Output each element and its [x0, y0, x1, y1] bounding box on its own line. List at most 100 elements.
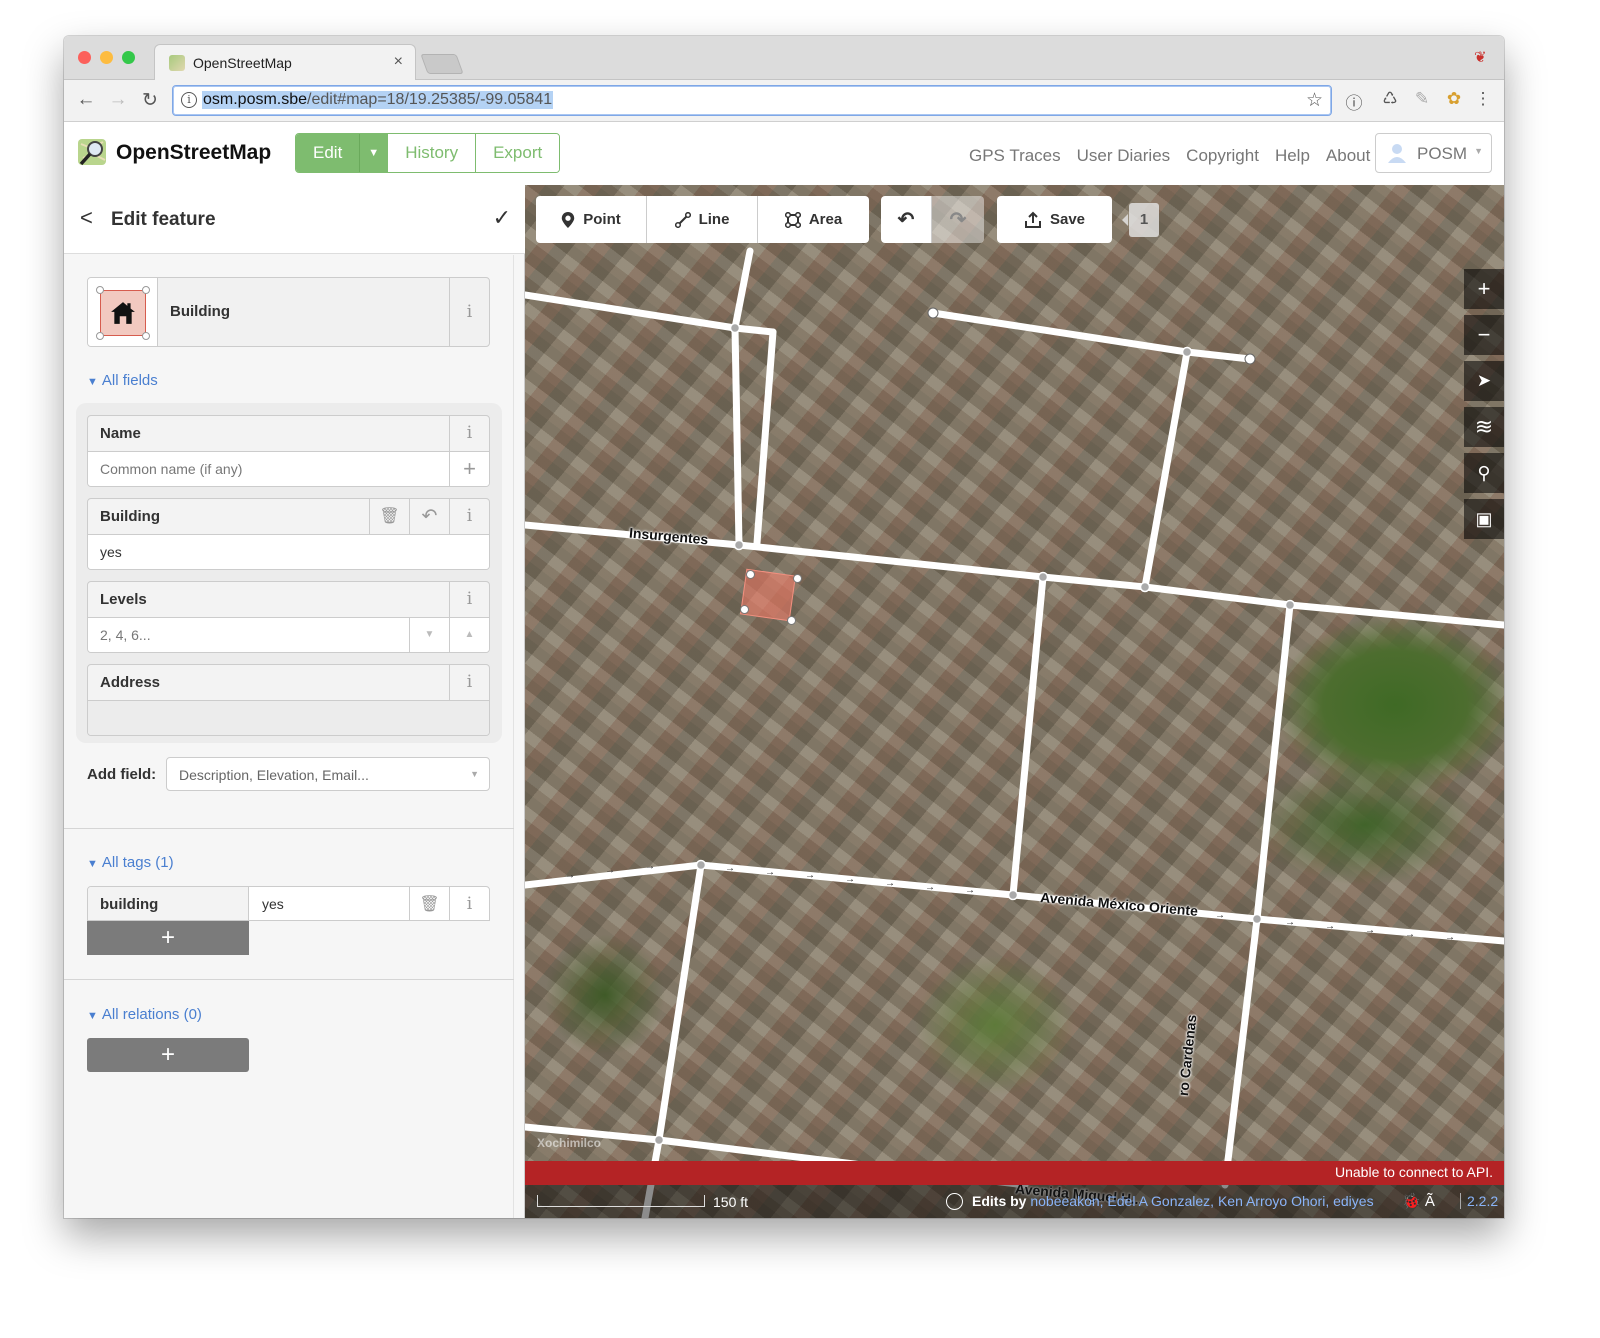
tab-title: OpenStreetMap: [193, 55, 292, 71]
address-bar[interactable]: i osm.posm.sbe/edit#map=18/19.25385/-99.…: [172, 85, 1332, 116]
all-relations-toggle[interactable]: ▼ All relations (0): [87, 1006, 202, 1023]
building-input[interactable]: yes: [88, 535, 489, 569]
name-info-icon[interactable]: i: [449, 416, 489, 451]
undo-button[interactable]: ↶: [881, 196, 932, 243]
history-button[interactable]: History: [387, 134, 476, 172]
edit-history-export-group: Edit ▼ History Export: [295, 133, 561, 173]
gps-traces-link[interactable]: GPS Traces: [969, 146, 1061, 166]
extension-recycle-icon[interactable]: ♺: [1379, 89, 1401, 109]
history-clock-icon[interactable]: [946, 1193, 963, 1210]
vertex-handle[interactable]: [787, 616, 796, 625]
back-chevron-icon[interactable]: <: [80, 205, 93, 231]
add-area-button[interactable]: Area: [758, 196, 869, 243]
scale-bar[interactable]: [537, 1195, 705, 1207]
road: [1221, 601, 1294, 1189]
back-button[interactable]: ←: [74, 89, 98, 111]
contributors-links[interactable]: nobeeakon, Edel A Gonzalez, Ken Arroyo O…: [1030, 1193, 1373, 1209]
tag-info-icon[interactable]: i: [449, 887, 489, 920]
trash-icon[interactable]: 🗑: [409, 887, 449, 920]
sidebar-scrollbar[interactable]: [513, 255, 514, 1218]
issues-panel-button[interactable]: ▣: [1464, 499, 1504, 539]
vertex-handle[interactable]: [746, 570, 755, 579]
browser-window: OpenStreetMap × ❦ ← → ↻ i osm.posm.sbe/e…: [64, 36, 1504, 1218]
extension-badge-icon[interactable]: ✿: [1443, 89, 1465, 109]
add-field-combobox[interactable]: Description, Elevation, Email... ▼: [166, 757, 490, 791]
map-canvas[interactable]: → → → → → → → → → → → → → → → → Insurgentes Avenida Méx…: [525, 185, 1504, 1218]
edit-dropdown-button[interactable]: ▼: [359, 134, 388, 172]
all-tags-toggle[interactable]: ▼ All tags (1): [87, 854, 174, 871]
address-info-icon[interactable]: i: [449, 665, 489, 700]
undo-revert-icon[interactable]: ↶: [409, 499, 449, 534]
export-button[interactable]: Export: [475, 134, 560, 172]
extension-pin-icon[interactable]: ✎: [1411, 89, 1433, 109]
undo-redo-group: ↶ ↷: [881, 196, 984, 243]
building-house-icon: [96, 286, 150, 340]
osm-logo-icon[interactable]: [77, 136, 109, 168]
add-line-button[interactable]: Line: [647, 196, 758, 243]
add-relation-button[interactable]: +: [87, 1038, 249, 1072]
edit-button[interactable]: Edit: [296, 134, 360, 172]
help-link[interactable]: Help: [1275, 146, 1310, 166]
close-window-button[interactable]: [78, 51, 91, 64]
road-node: [1181, 346, 1193, 358]
api-error-banner: Unable to connect to API.: [525, 1161, 1504, 1185]
increment-arrow-icon[interactable]: ▲: [449, 618, 489, 652]
bug-report-and-translation-icons[interactable]: 🐞 Ã: [1402, 1192, 1435, 1210]
road-network: → → → → → → → → → → → → → → → →: [525, 247, 1504, 1218]
redo-button[interactable]: ↷: [932, 196, 984, 243]
browser-toolbar: ← → ↻ i osm.posm.sbe/edit#map=18/19.2538…: [64, 80, 1504, 122]
all-fields-toggle[interactable]: ▼ All fields: [87, 372, 158, 389]
geolocate-button[interactable]: ➤: [1464, 361, 1504, 401]
forward-button[interactable]: →: [106, 89, 130, 111]
tag-key-input[interactable]: building: [88, 887, 249, 920]
upload-icon: [1024, 211, 1041, 228]
url-text[interactable]: osm.posm.sbe/edit#map=18/19.25385/-99.05…: [202, 91, 554, 109]
add-tag-button[interactable]: +: [87, 921, 249, 955]
chevron-down-icon: ▼: [470, 769, 479, 779]
zoom-in-button[interactable]: +: [1464, 269, 1504, 309]
browser-menu-icon[interactable]: ⋮: [1472, 89, 1494, 109]
trash-icon[interactable]: 🗑: [369, 499, 409, 534]
add-name-translation-icon[interactable]: +: [449, 452, 489, 486]
browser-tab[interactable]: OpenStreetMap ×: [154, 44, 416, 80]
minimize-window-button[interactable]: [100, 51, 113, 64]
vertex-handle[interactable]: [740, 605, 749, 614]
preset-info-icon[interactable]: i: [449, 278, 489, 346]
extension-1password-icon[interactable]: ⓘ: [1343, 89, 1365, 114]
profile-leaf-icon[interactable]: ❦: [1474, 48, 1490, 66]
background-layers-button[interactable]: ≋: [1464, 407, 1504, 447]
vertex-handle[interactable]: [793, 574, 802, 583]
tag-value-input[interactable]: yes: [262, 896, 284, 912]
building-info-icon[interactable]: i: [449, 499, 489, 534]
reload-button[interactable]: ↻: [138, 89, 162, 112]
preset-selector[interactable]: Building i: [87, 277, 490, 347]
decrement-arrow-icon[interactable]: ▼: [409, 618, 449, 652]
user-menu-button[interactable]: POSM ▼: [1375, 133, 1492, 173]
fields-container: Name i Common name (if any) + Building 🗑 ↶…: [76, 403, 502, 743]
svg-text:→: →: [605, 865, 615, 876]
bookmark-star-icon[interactable]: ☆: [1306, 89, 1323, 112]
save-button[interactable]: Save: [997, 196, 1112, 243]
version-link[interactable]: 2.2.2: [1460, 1193, 1498, 1209]
user-diaries-link[interactable]: User Diaries: [1077, 146, 1171, 166]
svg-text:→: →: [1405, 929, 1415, 940]
tab-close-icon[interactable]: ×: [394, 53, 403, 71]
site-info-icon[interactable]: i: [181, 92, 197, 108]
name-input[interactable]: Common name (if any) +: [88, 452, 489, 486]
address-input[interactable]: [88, 701, 489, 735]
levels-info-icon[interactable]: i: [449, 582, 489, 617]
osm-logo-text[interactable]: OpenStreetMap: [116, 141, 271, 165]
osm-header: OpenStreetMap Edit ▼ History Export GPS …: [64, 123, 1504, 185]
add-point-button[interactable]: Point: [536, 196, 647, 243]
copyright-link[interactable]: Copyright: [1186, 146, 1259, 166]
line-icon: [674, 211, 691, 228]
done-check-icon[interactable]: ✓: [493, 205, 511, 231]
zoom-out-button[interactable]: −: [1464, 315, 1504, 355]
map-data-button[interactable]: ⚲: [1464, 453, 1504, 493]
add-field-label: Add field:: [87, 766, 157, 783]
new-tab-button[interactable]: [420, 54, 464, 74]
levels-input[interactable]: 2, 4, 6... ▼ ▲: [88, 618, 489, 652]
svg-text:→: →: [925, 882, 935, 893]
maximize-window-button[interactable]: [122, 51, 135, 64]
about-link[interactable]: About: [1326, 146, 1370, 166]
